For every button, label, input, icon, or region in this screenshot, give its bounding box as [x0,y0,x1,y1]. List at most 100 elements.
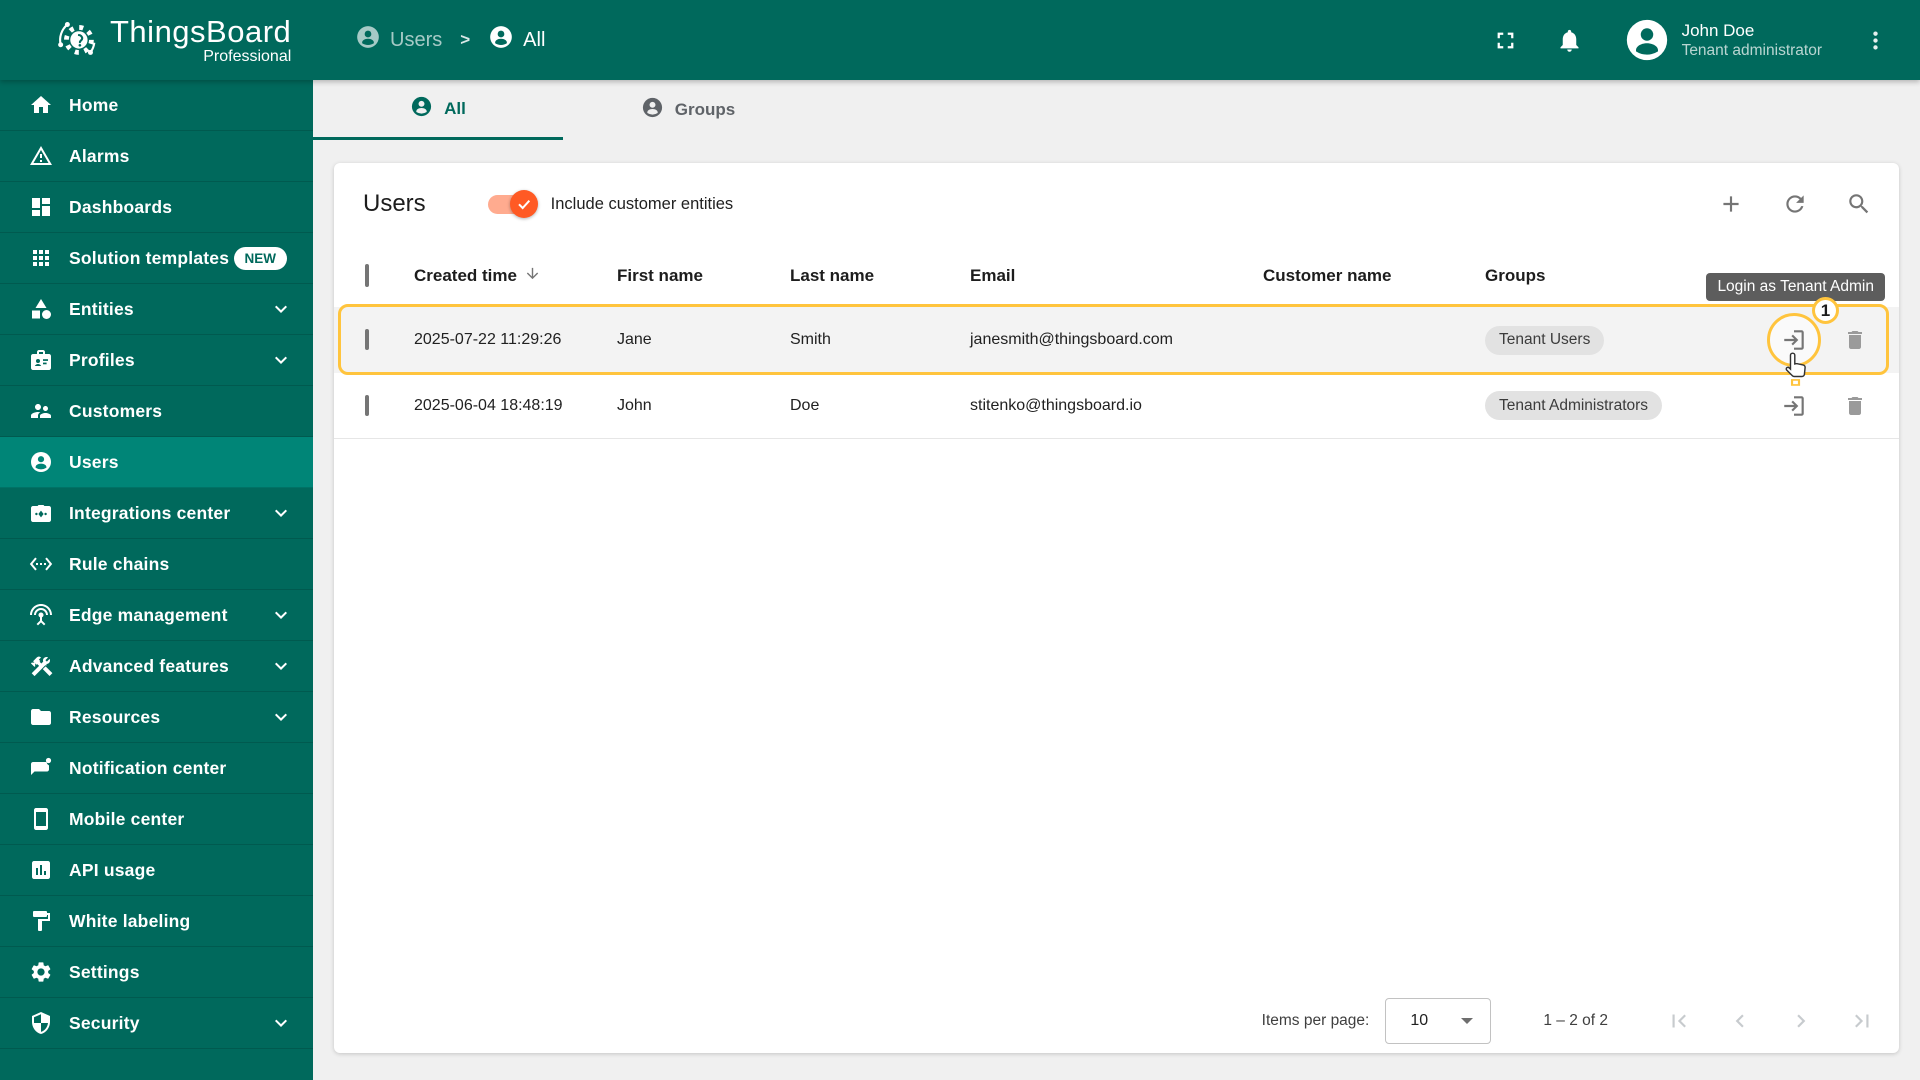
sidebar-item-solution-templates[interactable]: Solution templates NEW [0,233,313,284]
tab-groups[interactable]: Groups [563,80,813,140]
warning-triangle-icon [28,143,54,169]
group-chip[interactable]: Tenant Administrators [1485,391,1663,420]
toggle-label: Include customer entities [550,194,734,213]
sidebar-item-api-usage[interactable]: API usage [0,845,313,896]
select-all-checkbox[interactable] [365,264,369,287]
table-row[interactable]: 2025-06-04 18:48:19 John Doe stitenko@th… [334,373,1899,439]
chevron-down-icon [269,501,293,525]
sidebar-item-dashboards[interactable]: Dashboards [0,182,313,233]
cell-email: janesmith@thingsboard.com [970,331,1174,348]
sidebar-item-customers[interactable]: Customers [0,386,313,437]
items-per-page-select[interactable]: 10 [1385,998,1492,1044]
home-icon [28,92,54,118]
bar-chart-box-icon [28,857,54,883]
chevron-down-icon [269,1011,293,1035]
step-badge: 1 [1812,297,1839,324]
delete-user-button[interactable] [1842,327,1868,353]
breadcrumb-all[interactable]: All [488,24,545,56]
user-circle-icon [641,96,664,124]
sidebar-item-notification-center[interactable]: Notification center [0,743,313,794]
search-icon[interactable] [1845,190,1873,218]
user-circle-icon [355,24,381,56]
chevron-down-icon [269,603,293,627]
login-as-user-button[interactable] [1781,327,1807,353]
integration-box-icon [28,500,54,526]
user-circle-icon [488,24,514,56]
more-menu-button[interactable] [1860,25,1890,55]
row-checkbox[interactable] [365,394,369,416]
chevron-down-icon [269,705,293,729]
table-row[interactable]: 2025-07-22 11:29:26 Jane Smith janesmith… [334,307,1899,373]
include-customer-entities-toggle[interactable] [487,189,538,218]
sidebar-item-edge-management[interactable]: Edge management [0,590,313,641]
row-checkbox[interactable] [365,329,369,350]
toggle-check-icon [509,189,538,218]
login-as-user-button[interactable] [1781,393,1807,419]
items-per-page-label: Items per page: [1261,1012,1370,1029]
gear-icon [28,959,54,985]
breadcrumb: Users > All [355,24,545,56]
sidebar-item-integrations-center[interactable]: Integrations center [0,488,313,539]
antenna-icon [28,602,54,628]
breadcrumb-users[interactable]: Users [355,24,442,56]
sidebar-item-mobile-center[interactable]: Mobile center [0,794,313,845]
dashboards-icon [28,194,54,220]
tools-icon [28,653,54,679]
cell-created-time: 2025-06-04 18:48:19 [414,396,563,414]
select-caret-icon [1461,1018,1474,1024]
apps-grid-icon [28,245,54,271]
category-shapes-icon [28,296,54,322]
sidebar-item-profiles[interactable]: Profiles [0,335,313,386]
column-first-name[interactable]: First name [617,266,790,286]
first-page-button[interactable] [1666,1008,1692,1034]
tab-all[interactable]: All [313,80,563,140]
add-user-button[interactable] [1717,190,1745,218]
shield-icon [28,1010,54,1036]
fullscreen-button[interactable] [1491,25,1521,55]
sidebar-item-users[interactable]: Users [0,437,313,488]
thingsboard-logo-icon [52,13,102,68]
group-chip[interactable]: Tenant Users [1485,325,1605,355]
cell-email: stitenko@thingsboard.io [970,396,1142,414]
sidebar-item-alarms[interactable]: Alarms [0,131,313,182]
delete-user-button[interactable] [1842,393,1868,419]
chevron-down-icon [269,348,293,372]
column-last-name[interactable]: Last name [790,266,970,286]
sidebar-item-home[interactable]: Home [0,80,313,131]
page-title: Users [363,190,426,217]
sidebar-item-rule-chains[interactable]: Rule chains [0,539,313,590]
chevron-down-icon [269,654,293,678]
cell-last-name: Smith [790,331,831,348]
next-page-button[interactable] [1788,1008,1814,1034]
cell-created-time: 2025-07-22 11:29:26 [414,331,562,348]
sidebar-item-settings[interactable]: Settings [0,947,313,998]
column-email[interactable]: Email [970,266,1263,286]
sidebar-item-white-labeling[interactable]: White labeling [0,896,313,947]
sort-desc-arrow-icon [524,265,541,287]
card-header: Users Include customer entities [334,163,1899,245]
user-role: Tenant administrator [1681,41,1822,59]
column-created-time[interactable]: Created time [414,265,617,287]
cell-last-name: Doe [790,396,820,414]
top-header: ThingsBoard Professional Users > All Joh… [0,0,1920,80]
page-range: 1 – 2 of 2 [1543,1012,1608,1029]
cursor-pointer-icon [1781,351,1811,387]
sidebar-item-entities[interactable]: Entities [0,284,313,335]
smartphone-icon [28,806,54,832]
cell-first-name: Jane [617,331,652,348]
message-dot-icon [28,755,54,781]
table-header-row: Created time First name Last name Email … [334,245,1899,307]
user-info[interactable]: John Doe Tenant administrator [1682,20,1822,61]
sidebar-item-security[interactable]: Security [0,998,313,1049]
logo-subtitle: Professional [203,48,292,65]
last-page-button[interactable] [1849,1008,1875,1034]
user-avatar[interactable] [1625,18,1669,62]
sidebar-item-resources[interactable]: Resources [0,692,313,743]
column-customer-name[interactable]: Customer name [1263,266,1485,286]
refresh-button[interactable] [1781,190,1809,218]
notifications-bell-button[interactable] [1555,25,1585,55]
cell-first-name: John [617,396,652,414]
sidebar-nav: Home Alarms Dashboards Solution template… [0,80,313,1080]
previous-page-button[interactable] [1727,1008,1753,1034]
sidebar-item-advanced-features[interactable]: Advanced features [0,641,313,692]
